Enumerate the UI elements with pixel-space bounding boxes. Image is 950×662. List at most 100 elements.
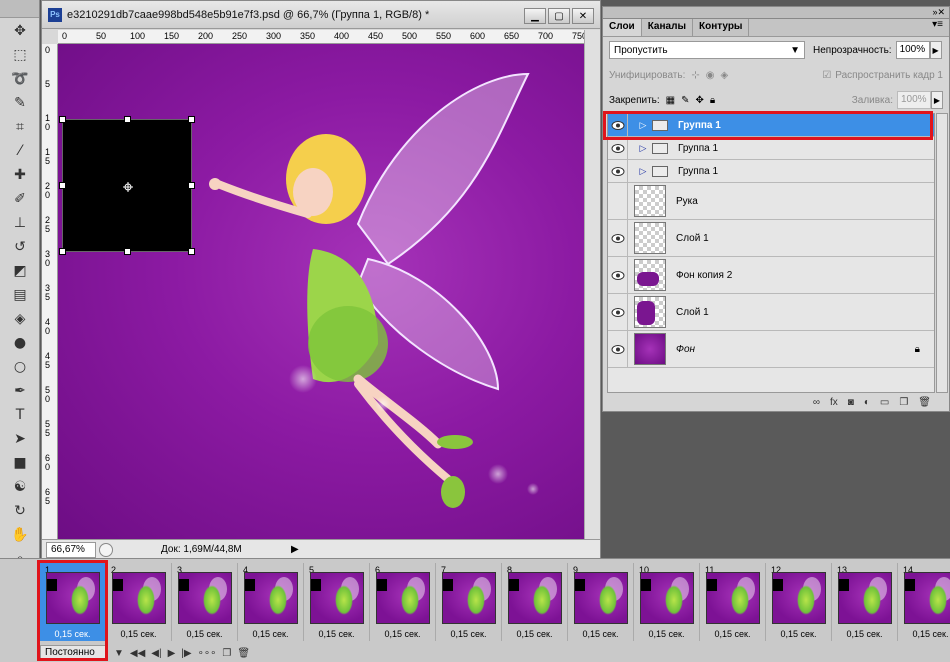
visibility-eye-icon[interactable] <box>608 331 628 367</box>
visibility-eye-icon[interactable] <box>608 220 628 256</box>
visibility-eye-icon[interactable] <box>608 160 628 182</box>
frame-delay[interactable]: 0,15 сек. <box>172 629 237 639</box>
animation-frame[interactable]: 9 0,15 сек. <box>568 563 634 641</box>
transform-center-icon[interactable] <box>123 182 133 192</box>
duplicate-frame-icon[interactable]: ❐ <box>222 648 231 659</box>
loop-select[interactable]: Постоянно <box>40 645 108 661</box>
status-menu-arrow-icon[interactable]: ▶ <box>291 544 299 555</box>
transform-handle[interactable] <box>59 116 66 123</box>
frame-delay[interactable]: 0,15 сек. <box>634 629 699 639</box>
tab-paths[interactable]: Контуры <box>693 19 750 36</box>
maximize-button[interactable]: ▢ <box>548 8 570 24</box>
animation-frame[interactable]: 6 0,15 сек. <box>370 563 436 641</box>
layer-row-group-3[interactable]: ▷ Группа 1 <box>608 160 934 183</box>
frame-delay[interactable]: 0,15 сек. <box>304 629 369 639</box>
layer-row-fon[interactable]: Фон 🔒︎ <box>608 331 934 368</box>
frame-delay[interactable]: 0,15 сек. <box>40 629 105 639</box>
tab-layers[interactable]: Слои <box>603 19 642 36</box>
paint-bucket-tool-icon[interactable]: ◈ <box>2 308 38 330</box>
transform-handle[interactable] <box>59 248 66 255</box>
lasso-tool-icon[interactable]: ➰ <box>2 68 38 90</box>
tween-icon[interactable]: ∘∘∘ <box>198 648 217 659</box>
blur-tool-icon[interactable]: ● <box>2 332 38 354</box>
gradient-tool-icon[interactable]: ▤ <box>2 284 38 306</box>
3d-orbit-tool-icon[interactable]: ↻ <box>2 500 38 522</box>
zoom-level-field[interactable]: 66,67% <box>46 541 96 558</box>
lock-transparent-icon[interactable]: ▦ <box>666 95 675 106</box>
fill-arrow-icon[interactable]: ▶ <box>931 91 943 109</box>
transform-handle[interactable] <box>59 182 66 189</box>
black-rectangle-selection[interactable] <box>59 116 195 255</box>
animation-frame[interactable]: 8 0,15 сек. <box>502 563 568 641</box>
3d-rotate-tool-icon[interactable]: ☯ <box>2 476 38 498</box>
frame-delay[interactable]: 0,15 сек. <box>700 629 765 639</box>
unify-visibility-icon[interactable]: ◉ <box>706 70 715 81</box>
eraser-tool-icon[interactable]: ◩ <box>2 260 38 282</box>
history-brush-tool-icon[interactable]: ↺ <box>2 236 38 258</box>
frame-delay[interactable]: 0,15 сек. <box>502 629 567 639</box>
brush-tool-icon[interactable]: ✐ <box>2 188 38 210</box>
loop-dropdown-icon[interactable]: ▼ <box>114 648 124 659</box>
layer-row-group-1[interactable]: ▷ Группа 1 <box>608 114 934 137</box>
frame-delay[interactable]: 0,15 сек. <box>238 629 303 639</box>
transform-handle[interactable] <box>188 182 195 189</box>
expand-triangle-icon[interactable]: ▷ <box>636 143 650 154</box>
panel-collapse-icon[interactable]: »✕ <box>932 7 945 18</box>
first-frame-icon[interactable]: ◀◀ <box>130 648 145 659</box>
shape-tool-icon[interactable]: ■ <box>2 452 38 474</box>
delete-frame-icon[interactable]: 🗑︎ <box>237 648 250 659</box>
visibility-eye-icon[interactable] <box>608 294 628 330</box>
vertical-ruler[interactable]: 0 5 1 0 1 5 2 0 2 5 3 0 3 5 4 0 4 5 5 0 5 5 6 0 6 5 <box>42 44 58 541</box>
animation-frame[interactable]: 1 0,15 сек. <box>40 563 106 641</box>
animation-frame[interactable]: 7 0,15 сек. <box>436 563 502 641</box>
frame-delay[interactable]: 0,15 сек. <box>436 629 501 639</box>
frame-delay[interactable]: 0,15 сек. <box>766 629 831 639</box>
layer-style-icon[interactable]: fx <box>830 397 838 408</box>
panel-menu-icon[interactable]: ▾≡ <box>926 19 949 36</box>
healing-brush-tool-icon[interactable]: ✚ <box>2 164 38 186</box>
transform-handle[interactable] <box>188 116 195 123</box>
frame-delay[interactable]: 0,15 сек. <box>898 629 950 639</box>
tab-channels[interactable]: Каналы <box>642 19 693 36</box>
pen-tool-icon[interactable]: ✒ <box>2 380 38 402</box>
move-tool-icon[interactable]: ✥ <box>2 20 38 42</box>
layer-row-sloy-1-b[interactable]: Слой 1 <box>608 294 934 331</box>
crop-tool-icon[interactable]: ⌗ <box>2 116 38 138</box>
tools-grip[interactable] <box>0 0 39 18</box>
previous-frame-icon[interactable]: ◀| <box>151 648 161 659</box>
lock-image-icon[interactable]: ✎ <box>681 95 689 106</box>
clone-stamp-tool-icon[interactable]: ⊥ <box>2 212 38 234</box>
panel-header[interactable]: »✕ <box>602 6 950 18</box>
lock-all-icon[interactable]: 🔒︎ <box>710 95 715 106</box>
layers-scrollbar[interactable] <box>936 113 948 393</box>
play-icon[interactable]: ▶ <box>168 648 176 659</box>
lock-position-icon[interactable]: ✥ <box>696 95 704 106</box>
new-group-icon[interactable]: ▭ <box>880 397 889 408</box>
blend-mode-select[interactable]: Пропустить ▼ <box>609 41 805 59</box>
close-button[interactable]: ✕ <box>572 8 594 24</box>
horizontal-ruler[interactable]: 0 50 100 150 200 250 300 350 400 450 500 550 600 650 7… <box>58 30 584 44</box>
expand-triangle-icon[interactable]: ▷ <box>636 120 650 131</box>
zoom-preview-icon[interactable] <box>99 542 113 557</box>
animation-frame[interactable]: 12 0,15 сек. <box>766 563 832 641</box>
path-select-tool-icon[interactable]: ➤ <box>2 428 38 450</box>
opacity-field[interactable]: 100% <box>895 41 930 59</box>
frame-delay[interactable]: 0,15 сек. <box>370 629 435 639</box>
animation-frame[interactable]: 13 0,15 сек. <box>832 563 898 641</box>
quick-select-tool-icon[interactable]: ✎ <box>2 92 38 114</box>
frame-delay[interactable]: 0,15 сек. <box>568 629 633 639</box>
animation-frame[interactable]: 3 0,15 сек. <box>172 563 238 641</box>
type-tool-icon[interactable]: T <box>2 404 38 426</box>
minimize-button[interactable]: ▁ <box>524 8 546 24</box>
layer-row-ruka[interactable]: Рука <box>608 183 934 220</box>
transform-handle[interactable] <box>124 116 131 123</box>
fill-field[interactable]: 100% <box>897 91 931 109</box>
unify-position-icon[interactable]: ⊹ <box>691 70 699 81</box>
opacity-arrow-icon[interactable]: ▶ <box>929 41 942 59</box>
visibility-toggle-empty[interactable] <box>608 183 628 219</box>
layer-row-group-2[interactable]: ▷ Группа 1 <box>608 137 934 160</box>
layer-row-sloy-1[interactable]: Слой 1 <box>608 220 934 257</box>
animation-frame[interactable]: 11 0,15 сек. <box>700 563 766 641</box>
frame-delay[interactable]: 0,15 сек. <box>832 629 897 639</box>
visibility-eye-icon[interactable] <box>608 114 628 136</box>
